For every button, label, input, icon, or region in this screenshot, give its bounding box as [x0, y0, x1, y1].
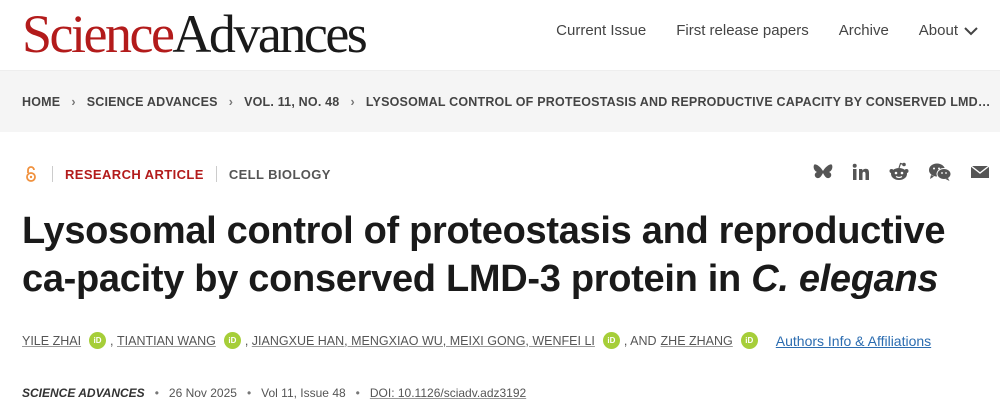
- author-and: , AND: [623, 333, 657, 348]
- author-separator: ,: [110, 333, 117, 348]
- orcid-icon[interactable]: iD: [223, 332, 241, 349]
- nav-first-release[interactable]: First release papers: [676, 22, 809, 39]
- linkedin-icon[interactable]: [852, 163, 870, 181]
- chevron-down-icon: [964, 26, 978, 35]
- author-separator: ,: [244, 333, 252, 348]
- bullet-separator: •: [154, 386, 159, 400]
- article-type[interactable]: RESEARCH ARTICLE: [65, 167, 204, 182]
- wechat-icon[interactable]: [928, 162, 952, 182]
- nav-about-label: About: [918, 22, 958, 39]
- reddit-icon[interactable]: [888, 162, 910, 182]
- bullet-separator: •: [246, 386, 252, 400]
- main-nav: Current Issue First release papers Archi…: [556, 22, 978, 39]
- publication-info: SCIENCE ADVANCES • 26 Nov 2025 • Vol 11,…: [22, 386, 526, 400]
- chevron-right-icon: ›: [71, 95, 76, 109]
- author-link[interactable]: YILE ZHAI: [22, 334, 81, 348]
- author-link-group[interactable]: JIANGXUE HAN, MENGXIAO WU, MEIXI GONG, W…: [252, 334, 595, 348]
- share-icons: [812, 162, 990, 182]
- nav-current-issue[interactable]: Current Issue: [556, 22, 646, 39]
- breadcrumb-current: LYSOSOMAL CONTROL OF PROTEOSTASIS AND RE…: [365, 95, 992, 109]
- chevron-right-icon: ›: [350, 95, 355, 109]
- bullet-separator: •: [355, 386, 360, 400]
- volume-issue: Vol 11, Issue 48: [261, 386, 346, 400]
- author-link[interactable]: TIANTIAN WANG: [117, 334, 216, 348]
- nav-about[interactable]: About: [919, 22, 978, 39]
- breadcrumb-journal[interactable]: SCIENCE ADVANCES: [87, 95, 218, 109]
- author-list: YILE ZHAI iD , TIANTIAN WANG iD , JIANGX…: [22, 332, 931, 349]
- breadcrumb-bar: HOME › SCIENCE ADVANCES › VOL. 11, NO. 4…: [0, 70, 1000, 132]
- article-title: Lysosomal control of proteostasis and re…: [22, 207, 982, 303]
- orcid-icon[interactable]: iD: [740, 332, 758, 349]
- chevron-right-icon: ›: [228, 95, 234, 109]
- open-access-icon: [26, 166, 36, 182]
- journal-name: SCIENCE ADVANCES: [22, 386, 145, 400]
- publication-date: 26 Nov 2025: [168, 386, 237, 400]
- orcid-icon[interactable]: iD: [602, 332, 620, 349]
- breadcrumb: HOME › SCIENCE ADVANCES › VOL. 11, NO. 4…: [22, 95, 992, 109]
- article-title-species: C. elegans: [751, 258, 939, 300]
- author-link[interactable]: ZHE ZHANG: [661, 334, 733, 348]
- orcid-icon[interactable]: iD: [89, 332, 107, 349]
- breadcrumb-volume[interactable]: VOL. 11, NO. 48: [244, 95, 339, 109]
- divider: [215, 166, 217, 182]
- nav-archive[interactable]: Archive: [839, 22, 889, 39]
- doi-link[interactable]: DOI: 10.1126/sciadv.adz3192: [370, 386, 526, 400]
- divider: [52, 166, 53, 182]
- authors-affiliations-link[interactable]: Authors Info & Affiliations: [776, 333, 931, 349]
- email-icon[interactable]: [970, 164, 990, 180]
- article-meta: RESEARCH ARTICLE CELL BIOLOGY: [22, 165, 331, 183]
- article-subject[interactable]: CELL BIOLOGY: [229, 167, 331, 182]
- breadcrumb-home[interactable]: HOME: [22, 95, 60, 109]
- site-header: ScienceAdvances Current Issue First rele…: [0, 0, 1000, 70]
- bluesky-icon[interactable]: [812, 162, 834, 182]
- science-advances-logo[interactable]: ScienceAdvances: [22, 6, 368, 62]
